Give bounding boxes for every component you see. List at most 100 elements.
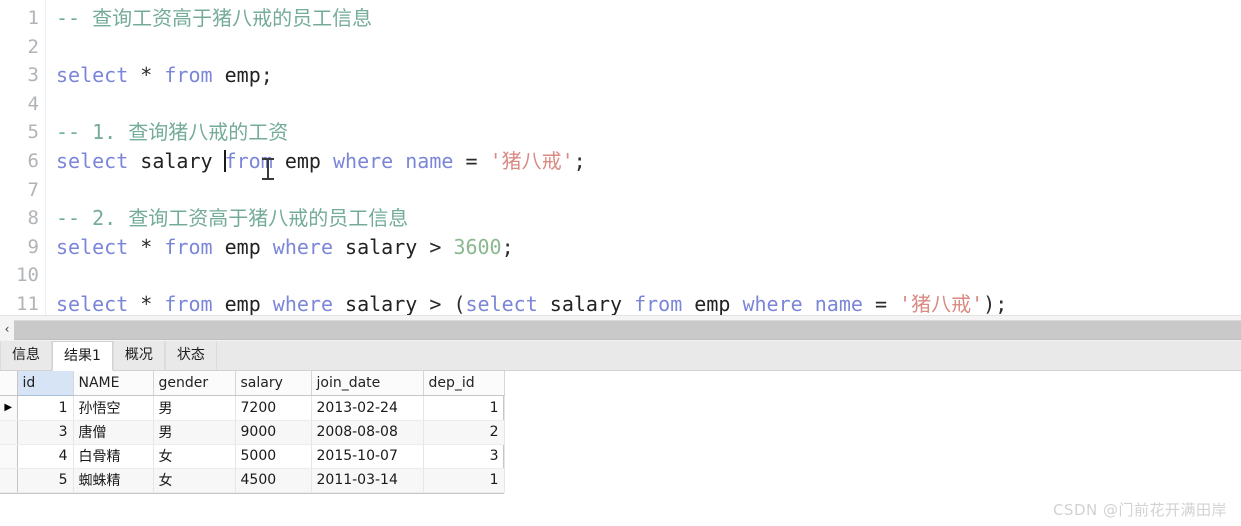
code-token: select: [56, 63, 129, 88]
code-line[interactable]: select * from emp where salary > (select…: [56, 290, 1241, 315]
code-token: '猪八戒': [489, 148, 574, 173]
cell-salary[interactable]: 9000: [235, 420, 312, 445]
cell-dep_id[interactable]: 1: [423, 395, 505, 421]
code-token: >: [429, 291, 442, 315]
table-row[interactable]: 5 蜘蛛精女 4500 2011-03-14 1: [0, 468, 505, 493]
cell-name[interactable]: 白骨精: [73, 444, 154, 469]
scrollbar-thumb[interactable]: [14, 319, 1241, 340]
cell-gender[interactable]: 女: [153, 468, 236, 493]
row-marker-cell[interactable]: [0, 420, 18, 445]
cell-join_date[interactable]: 2011-03-14: [311, 468, 424, 493]
table-body[interactable]: ▶ 1 孙悟空男 7200 2013-02-24 1 3 唐僧男 9000 2008-08-08 2…: [0, 395, 505, 493]
code-token: from: [224, 148, 273, 173]
scroll-left-arrow-icon[interactable]: ‹: [0, 316, 14, 342]
code-area[interactable]: -- 查询工资高于猪八戒的员工信息 select * from emp; -- …: [46, 0, 1241, 315]
code-token: ;: [573, 148, 586, 173]
cell-join_date[interactable]: 2015-10-07: [311, 444, 424, 469]
cell-salary[interactable]: 5000: [235, 444, 312, 469]
cell-id[interactable]: 1: [17, 395, 74, 421]
tab-3[interactable]: 概况: [112, 341, 165, 370]
code-line[interactable]: -- 1. 查询猪八戒的工资: [56, 118, 1241, 147]
result-grid[interactable]: id NAME gender salary join_date dep_id ▶ 1 孙悟空男…: [0, 371, 505, 494]
code-token: -- 2. 查询工资高于猪八戒的员工信息: [56, 206, 409, 231]
code-line[interactable]: select * from emp where salary > 3600;: [56, 233, 1241, 262]
cell-join_date[interactable]: 2008-08-08: [311, 420, 424, 445]
code-line[interactable]: select salary from emp where name = '猪八戒…: [56, 147, 1241, 176]
tab-4[interactable]: 状态: [164, 341, 217, 370]
code-token: select: [56, 148, 129, 173]
code-token: select: [56, 291, 129, 315]
row-marker-cell[interactable]: [0, 468, 18, 493]
cell-gender[interactable]: 女: [153, 444, 236, 469]
result-table[interactable]: id NAME gender salary join_date dep_id ▶ 1 孙悟空男…: [0, 371, 505, 493]
code-token: emp: [694, 291, 731, 315]
code-token: emp: [224, 291, 261, 315]
result-tab-bar[interactable]: 信息 结果1 概况 状态: [0, 341, 1241, 371]
column-header-id[interactable]: id: [17, 371, 74, 396]
row-marker-cell[interactable]: ▶: [0, 395, 18, 421]
code-token: *: [140, 234, 153, 259]
cell-gender[interactable]: 男: [153, 420, 236, 445]
table-row[interactable]: 3 唐僧男 9000 2008-08-08 2: [0, 420, 505, 445]
tab-2-active[interactable]: 结果1: [52, 341, 113, 371]
line-number: 5: [27, 121, 39, 144]
code-token: name: [814, 291, 863, 315]
code-line[interactable]: [56, 176, 1241, 205]
code-token: name: [405, 148, 454, 173]
code-line[interactable]: -- 2. 查询工资高于猪八戒的员工信息: [56, 204, 1241, 233]
cell-name[interactable]: 孙悟空: [73, 395, 154, 421]
code-line[interactable]: [56, 33, 1241, 62]
line-number: 10: [16, 264, 39, 287]
row-marker-cell[interactable]: [0, 444, 18, 469]
cell-name[interactable]: 蜘蛛精: [73, 468, 154, 493]
column-header-gender[interactable]: gender: [153, 371, 236, 396]
code-token: from: [164, 234, 213, 259]
column-header-join_date[interactable]: join_date: [311, 371, 424, 396]
cell-name[interactable]: 唐僧: [73, 420, 154, 445]
cell-salary[interactable]: 7200: [235, 395, 312, 421]
cell-id[interactable]: 4: [17, 444, 74, 469]
tab-1[interactable]: 信息: [0, 341, 52, 370]
cell-join_date[interactable]: 2013-02-24: [311, 395, 424, 421]
cell-salary[interactable]: 4500: [235, 468, 312, 493]
line-number: 8: [27, 207, 39, 230]
line-number: 7: [27, 178, 39, 201]
cell-dep_id[interactable]: 1: [423, 468, 505, 493]
table-row[interactable]: ▶ 1 孙悟空男 7200 2013-02-24 1: [0, 395, 505, 421]
line-number-gutter: 1 2 3 4 5 6 7 8 9 10 11: [0, 0, 46, 315]
tab-bar-filler: [216, 341, 1241, 370]
table-row[interactable]: 4 白骨精女 5000 2015-10-07 3: [0, 444, 505, 469]
code-token: emp: [224, 63, 261, 88]
cell-gender[interactable]: 男: [153, 395, 236, 421]
code-token: salary: [345, 291, 418, 315]
cell-id[interactable]: 3: [17, 420, 74, 445]
code-line[interactable]: [56, 261, 1241, 290]
column-header-dep_id[interactable]: dep_id: [423, 371, 505, 396]
cell-dep_id[interactable]: 2: [423, 420, 505, 445]
column-header-NAME[interactable]: NAME: [73, 371, 154, 396]
code-token: emp: [284, 148, 321, 173]
cell-dep_id[interactable]: 3: [423, 444, 505, 469]
code-token: 3600: [453, 234, 502, 259]
code-token: >: [429, 234, 442, 259]
scrollbar-track[interactable]: [14, 319, 1241, 340]
code-line[interactable]: select * from emp;: [56, 61, 1241, 90]
code-line[interactable]: -- 查询工资高于猪八戒的员工信息: [56, 4, 1241, 33]
sql-editor[interactable]: 1 2 3 4 5 6 7 8 9 10 11 -- 查询工资高于猪八戒的员工信息 select *…: [0, 0, 1241, 315]
editor-horizontal-scrollbar[interactable]: ‹: [0, 315, 1241, 341]
column-header-salary[interactable]: salary: [235, 371, 312, 396]
table-header: id NAME gender salary join_date dep_id: [0, 371, 505, 396]
code-line[interactable]: [56, 90, 1241, 119]
code-token: from: [164, 63, 213, 88]
code-token: where: [332, 148, 394, 173]
cell-id[interactable]: 5: [17, 468, 74, 493]
